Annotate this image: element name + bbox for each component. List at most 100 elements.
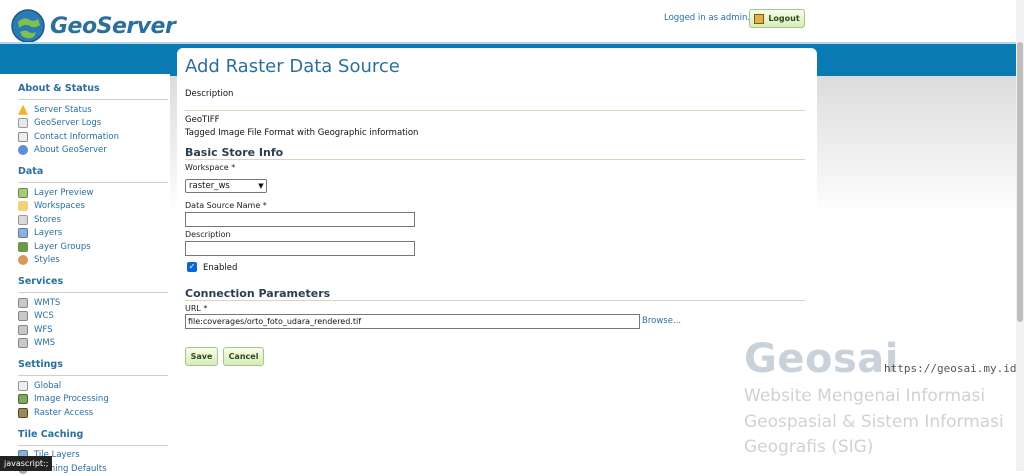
server-icon — [18, 297, 28, 308]
description-header: Description — [185, 89, 234, 99]
sidebar-item-label: WFS — [34, 324, 53, 335]
logout-label: Logout — [768, 14, 800, 23]
sidebar-item-wms[interactable]: WMS — [18, 337, 170, 351]
sidebar-item-wcs[interactable]: WCS — [18, 310, 170, 324]
contact-card-icon — [18, 131, 28, 142]
sidebar-item-label: WMS — [34, 338, 56, 349]
sidebar-item-label: About GeoServer — [34, 145, 107, 156]
chevron-down-icon: ▼ — [258, 182, 264, 190]
sidebar-item-stores[interactable]: Stores — [18, 213, 170, 227]
header: GeoServer Logged in as admin. Logout — [0, 0, 1024, 44]
image-icon — [18, 394, 28, 405]
map-preview-icon — [18, 187, 28, 198]
description-label: Description — [185, 230, 231, 239]
workspace-value: raster_ws — [189, 181, 230, 191]
logout-button[interactable]: Logout — [749, 9, 805, 28]
info-icon — [18, 145, 28, 156]
sidebar-item-about-geoserver[interactable]: About GeoServer — [18, 144, 170, 158]
globe-logo-icon — [11, 9, 45, 43]
url-input[interactable]: file:coverages/orto_foto_udara_rendered.… — [185, 314, 640, 329]
layer-group-icon — [18, 241, 28, 252]
sidebar-item-raster-access[interactable]: Raster Access — [18, 406, 170, 420]
document-icon — [18, 118, 28, 129]
sidebar-item-styles[interactable]: Styles — [18, 254, 170, 268]
sidebar-item-label: WMTS — [34, 297, 61, 308]
enabled-checkbox[interactable]: ✓ — [187, 262, 197, 272]
sidebar-item-global[interactable]: Global — [18, 379, 170, 393]
main-panel: Add Raster Data Source Description GeoTI… — [177, 48, 817, 471]
section-title: About & Status — [18, 74, 168, 100]
section-title: Settings — [18, 350, 168, 376]
sidebar-item-label: Contact Information — [34, 131, 119, 142]
sidebar-item-layers[interactable]: Layers — [18, 227, 170, 241]
sidebar-item-layer-preview[interactable]: Layer Preview — [18, 186, 170, 200]
sidebar-item-wfs[interactable]: WFS — [18, 323, 170, 337]
sidebar-item-label: Stores — [34, 214, 61, 225]
sidebar-item-label: Layer Preview — [34, 187, 94, 198]
sidebar-item-server-status[interactable]: Server Status — [18, 103, 170, 117]
workspace-select[interactable]: raster_ws ▼ — [185, 179, 267, 193]
sidebar-item-workspaces[interactable]: Workspaces — [18, 200, 170, 214]
sidebar-item-image-processing[interactable]: Image Processing — [18, 393, 170, 407]
sidebar-item-label: Styles — [34, 255, 60, 266]
datasource-name-input[interactable] — [185, 212, 415, 227]
vertical-scrollbar[interactable] — [1016, 0, 1024, 471]
connection-parameters-heading: Connection Parameters — [185, 287, 331, 300]
server-icon — [18, 324, 28, 335]
description-input[interactable] — [185, 241, 415, 256]
server-icon — [18, 311, 28, 322]
sidebar-item-label: Image Processing — [34, 394, 109, 405]
divider — [185, 159, 805, 160]
watermark-line: Geografis (SIG) — [744, 437, 874, 457]
sidebar-item-label: Raster Access — [34, 407, 94, 418]
palette-icon — [18, 255, 28, 266]
sidebar-section-services: Services WMTS WCS WFS WMS — [18, 267, 170, 350]
logout-icon — [754, 13, 765, 24]
status-bar-tooltip: javascript:; — [0, 456, 53, 471]
workspace-label: Workspace * — [185, 163, 236, 172]
page-title: Add Raster Data Source — [185, 56, 400, 77]
section-title: Tile Caching — [18, 420, 168, 446]
save-button[interactable]: Save — [185, 347, 218, 366]
section-title: Data — [18, 157, 168, 183]
sidebar-item-label: Server Status — [34, 104, 92, 115]
warning-icon — [18, 104, 28, 115]
watermark-url: https://geosai.my.id — [884, 362, 1017, 375]
browse-link[interactable]: Browse... — [642, 316, 681, 326]
datasource-name-label: Data Source Name * — [185, 201, 267, 210]
logo-text: GeoServer — [50, 13, 176, 39]
sidebar-item-label: WCS — [34, 311, 54, 322]
layers-icon — [18, 228, 28, 239]
divider — [185, 110, 805, 111]
watermark-line: Website Mengenai Informasi — [744, 386, 986, 406]
scrollbar-thumb[interactable] — [1017, 42, 1023, 322]
folder-icon — [18, 201, 28, 212]
sidebar-section-data: Data Layer Preview Workspaces Stores Lay… — [18, 157, 170, 267]
sidebar-item-wmts[interactable]: WMTS — [18, 296, 170, 310]
sidebar-section-settings: Settings Global Image Processing Raster … — [18, 350, 170, 420]
sidebar-item-label: Global — [34, 380, 62, 391]
source-type: GeoTIFF — [185, 115, 220, 125]
sidebar-item-label: Layers — [34, 228, 63, 239]
sidebar-item-label: Layer Groups — [34, 241, 91, 252]
enabled-label: Enabled — [203, 263, 238, 273]
document-icon — [18, 380, 28, 391]
sidebar-item-contact-information[interactable]: Contact Information — [18, 130, 170, 144]
basic-store-info-heading: Basic Store Info — [185, 146, 284, 159]
raster-icon — [18, 407, 28, 418]
sidebar-item-geoserver-logs[interactable]: GeoServer Logs — [18, 117, 170, 131]
cancel-button[interactable]: Cancel — [223, 347, 264, 366]
divider — [185, 300, 805, 301]
section-title: Services — [18, 267, 168, 293]
sidebar-item-layer-groups[interactable]: Layer Groups — [18, 240, 170, 254]
source-type-description: Tagged Image File Format with Geographic… — [185, 128, 419, 138]
sidebar-item-label: GeoServer Logs — [34, 118, 102, 129]
watermark-brand: Geosai — [744, 336, 899, 382]
watermark-line: Geospasial & Sistem Informasi — [744, 412, 1004, 432]
sidebar-item-label: Workspaces — [34, 201, 85, 212]
sidebar-section-about: About & Status Server Status GeoServer L… — [18, 74, 170, 157]
geoserver-logo[interactable]: GeoServer — [10, 8, 176, 44]
login-status: Logged in as admin. — [664, 13, 751, 23]
url-label: URL * — [185, 304, 208, 313]
server-icon — [18, 338, 28, 349]
